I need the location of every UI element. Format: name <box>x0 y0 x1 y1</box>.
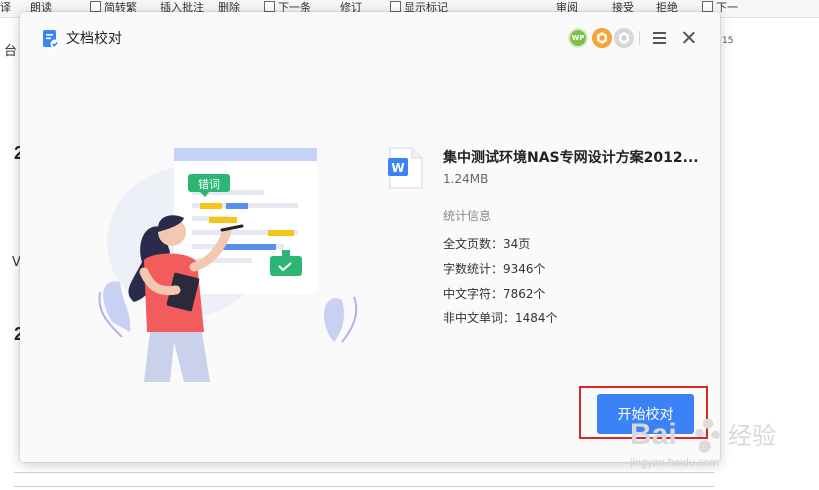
svip-badge-icon[interactable] <box>614 28 634 48</box>
next-change-icon <box>702 1 713 12</box>
wps-member-badge[interactable]: WP <box>568 28 588 48</box>
watermark-jingyan: 经验 <box>728 422 776 450</box>
illustration-tag-label: 错词 <box>198 177 220 191</box>
stat-word-count: 字数统计：9346个 <box>443 262 546 276</box>
proofreading-illustration: 错词 <box>98 148 358 382</box>
file-name: 集中测试环境NAS专网设计方案2012... <box>443 150 699 166</box>
document-check-icon <box>43 30 60 49</box>
vip-badge-icon[interactable] <box>592 28 612 48</box>
header-divider <box>639 31 640 45</box>
menu-icon[interactable] <box>653 32 667 44</box>
stat-non-chinese-words: 非中文单词：1484个 <box>443 311 558 325</box>
page-divider <box>14 472 714 473</box>
checkbox-icon <box>264 1 275 12</box>
ruler-number: 15 <box>722 36 734 46</box>
start-proofreading-button[interactable]: 开始校对 <box>597 394 694 434</box>
svg-text:W: W <box>391 161 404 175</box>
file-size: 1.24MB <box>443 172 489 186</box>
proofreading-dialog: 文档校对 WP 错词 W 集中测试环境NAS专网设计方案2012... 1.24… <box>20 12 720 462</box>
stat-chinese-chars: 中文字符：7862个 <box>443 287 546 301</box>
close-icon[interactable] <box>680 29 698 47</box>
stat-page-count: 全文页数：34页 <box>443 237 531 251</box>
word-doc-icon: W <box>388 147 423 189</box>
page-divider-2 <box>14 486 714 487</box>
convert-icon <box>90 1 101 12</box>
toolbar-translate-button[interactable]: 译 <box>0 1 11 15</box>
dialog-title: 文档校对 <box>66 31 122 47</box>
markup-icon <box>390 1 401 12</box>
stats-heading: 统计信息 <box>443 209 492 223</box>
toolbar-next-change-label: 下一 <box>716 1 738 14</box>
document-fragment: 台 <box>4 44 18 59</box>
